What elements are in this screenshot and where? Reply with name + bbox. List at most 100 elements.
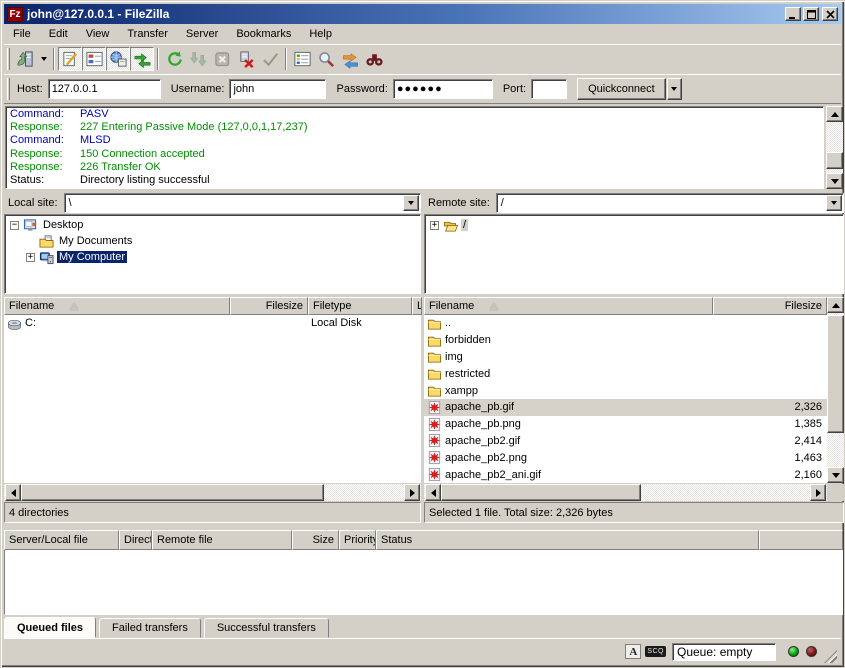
refresh-button[interactable] — [162, 47, 186, 71]
queue-column-header-priority[interactable]: Priority — [339, 530, 376, 550]
scroll-left-button[interactable] — [425, 484, 441, 501]
remote-file-row[interactable]: .. — [424, 315, 827, 332]
remote-site-dropdown-button[interactable] — [826, 195, 842, 211]
scrollbar-corner — [827, 484, 844, 501]
file-name: apache_pb2_ani.gif — [445, 469, 541, 481]
collapse-toggle[interactable]: − — [10, 221, 19, 230]
toggle-message-log-button[interactable] — [58, 47, 82, 71]
reconnect-button[interactable] — [258, 47, 282, 71]
remote-file-row[interactable]: restricted — [424, 365, 827, 382]
find-button[interactable] — [314, 47, 338, 71]
site-manager-button[interactable] — [13, 47, 37, 71]
username-input[interactable] — [229, 79, 326, 99]
tree-item[interactable]: +/ — [425, 217, 843, 233]
disconnect-button[interactable] — [234, 47, 258, 71]
remote-site-combobox[interactable]: / — [496, 193, 844, 213]
menu-help[interactable]: Help — [300, 26, 341, 42]
remote-file-row[interactable]: apache_pb2_ani.gif2,160 — [424, 466, 827, 483]
remote-file-row[interactable]: img — [424, 349, 827, 366]
remote-file-row[interactable]: forbidden — [424, 332, 827, 349]
cancel-button[interactable] — [210, 47, 234, 71]
toggle-remote-tree-button[interactable] — [106, 47, 130, 71]
scrollbar-thumb[interactable] — [441, 484, 641, 501]
data-type-ascii-icon[interactable]: A — [625, 644, 641, 659]
scroll-up-button[interactable] — [826, 106, 843, 122]
column-header-l[interactable]: L — [412, 297, 422, 315]
remote-file-row[interactable]: apache_pb.gif2,326 — [424, 399, 827, 416]
quickconnect-grip[interactable] — [7, 78, 10, 100]
toggle-transfer-queue-button[interactable] — [130, 47, 154, 71]
remote-file-row[interactable]: apache_pb.png1,385 — [424, 416, 827, 433]
resize-grip[interactable] — [824, 650, 837, 663]
remote-file-row[interactable]: apache_pb2.gif2,414 — [424, 433, 827, 450]
column-header-filename[interactable]: Filename — [424, 297, 713, 315]
tab-queued-files[interactable]: Queued files — [4, 617, 96, 638]
remote-site-row: Remote site: / — [424, 192, 844, 213]
local-list-hscrollbar[interactable] — [4, 484, 421, 501]
scroll-left-button[interactable] — [5, 484, 21, 501]
menu-bookmarks[interactable]: Bookmarks — [227, 26, 300, 42]
tree-item-label: My Computer — [57, 251, 127, 263]
remote-list-scrollbar[interactable] — [827, 297, 844, 483]
compare-button[interactable] — [338, 47, 362, 71]
remote-list-hscrollbar[interactable] — [424, 484, 827, 501]
menu-server[interactable]: Server — [177, 26, 227, 42]
menu-transfer[interactable]: Transfer — [118, 26, 177, 42]
menu-edit[interactable]: Edit — [40, 26, 77, 42]
tab-successful-transfers[interactable]: Successful transfers — [204, 618, 329, 638]
message-log-scrollbar[interactable] — [826, 106, 843, 189]
remote-file-row[interactable]: apache_pb2.png1,463 — [424, 449, 827, 466]
toolbar-grip[interactable] — [7, 48, 10, 70]
queue-column-header-status[interactable]: Status — [376, 530, 759, 550]
column-header-filetype[interactable]: Filetype — [308, 297, 412, 315]
sync-browse-button[interactable] — [362, 47, 386, 71]
tree-item[interactable]: My Documents — [5, 233, 420, 249]
log-line-label: Response: — [6, 161, 80, 174]
maximize-button[interactable] — [803, 7, 819, 21]
tree-item[interactable]: −Desktop — [5, 217, 420, 233]
column-header-filesize[interactable]: Filesize — [713, 297, 827, 315]
remote-file-row[interactable]: xampp — [424, 382, 827, 399]
scroll-up-button[interactable] — [827, 297, 844, 313]
scroll-right-button[interactable] — [404, 484, 420, 501]
queue-column-header-server-local-file[interactable]: Server/Local file — [4, 530, 119, 550]
scrollbar-thumb[interactable] — [827, 315, 844, 433]
expand-toggle[interactable]: + — [430, 221, 439, 230]
minimize-button[interactable] — [785, 7, 801, 21]
toggle-local-tree-button[interactable] — [82, 47, 106, 71]
close-button[interactable] — [822, 7, 838, 21]
local-file-row[interactable]: C:Local Disk — [4, 315, 421, 332]
speed-limit-icon[interactable]: SCQ — [645, 646, 666, 657]
desktop-icon — [23, 218, 38, 233]
tab-failed-transfers[interactable]: Failed transfers — [99, 618, 201, 638]
scroll-down-button[interactable] — [826, 173, 843, 189]
quickconnect-dropdown-button[interactable] — [667, 78, 682, 100]
process-queue-button[interactable] — [186, 47, 210, 71]
queue-column-header-remote-file[interactable]: Remote file — [152, 530, 292, 550]
scrollbar-thumb[interactable] — [21, 484, 324, 501]
port-label: Port: — [503, 83, 526, 95]
queue-column-header-size[interactable]: Size — [292, 530, 339, 550]
local-site-dropdown-button[interactable] — [403, 195, 419, 211]
local-site-combobox[interactable]: \ — [64, 193, 421, 213]
menu-file[interactable]: File — [4, 26, 40, 42]
tree-item[interactable]: + My Computer — [5, 249, 420, 265]
quickconnect-button[interactable]: Quickconnect — [577, 78, 666, 100]
folder-icon — [427, 316, 442, 331]
scroll-down-button[interactable] — [827, 467, 844, 483]
host-input[interactable] — [48, 79, 161, 99]
password-input[interactable] — [393, 79, 493, 99]
filename-cell: forbidden — [424, 332, 713, 349]
activity-led-red-icon — [806, 646, 817, 657]
column-header-filename[interactable]: Filename — [4, 297, 230, 315]
column-header-filesize[interactable]: Filesize — [230, 297, 308, 315]
scroll-right-button[interactable] — [810, 484, 826, 501]
site-manager-dropdown-button[interactable] — [37, 47, 50, 71]
port-input[interactable] — [531, 79, 567, 99]
filter-button[interactable] — [290, 47, 314, 71]
queue-column-header-directi-[interactable]: Directi... — [119, 530, 152, 550]
arrow-up-icon — [831, 112, 839, 117]
menu-view[interactable]: View — [77, 26, 119, 42]
scrollbar-thumb[interactable] — [826, 152, 843, 169]
expand-toggle[interactable]: + — [26, 253, 35, 262]
